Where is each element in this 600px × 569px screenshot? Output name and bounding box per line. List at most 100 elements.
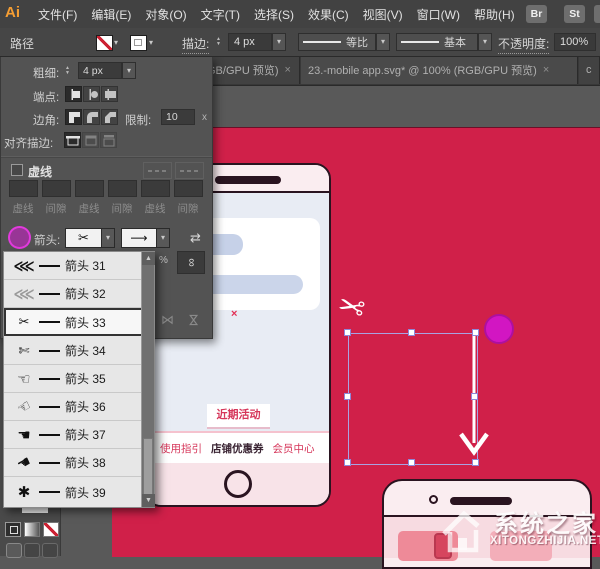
list-scrollbar[interactable]: ▲ ▼ <box>141 252 154 507</box>
opacity-link[interactable]: 不透明度: <box>498 35 549 54</box>
dash-field-2[interactable] <box>75 180 104 197</box>
tab1-close-icon[interactable]: × <box>285 64 291 76</box>
dash-field-3[interactable] <box>141 180 170 197</box>
fill-swatch-none[interactable] <box>96 35 113 51</box>
arrowhead-option-34[interactable]: ✄ 箭头 34 <box>4 337 143 365</box>
arrowhead-option-36[interactable]: ☜ 箭头 36 <box>4 393 143 421</box>
arrowhead-option-39[interactable]: ✱ 箭头 39 <box>4 477 143 507</box>
menu-items: 文件(F) 编辑(E) 对象(O) 文字(T) 选择(S) 效果(C) 视图(V… <box>38 0 515 28</box>
selection-handle[interactable] <box>471 393 478 400</box>
scroll-up-icon[interactable]: ▲ <box>142 252 155 265</box>
stroke-weight-field[interactable]: 4 px <box>228 33 272 51</box>
stock-button[interactable]: St <box>564 5 585 23</box>
document-tab-2-active[interactable]: 23.-mobile app.svg* @ 100% (RGB/GPU 预览) … <box>301 56 578 84</box>
align-dash-button[interactable] <box>175 162 204 179</box>
cap-projecting-button[interactable] <box>101 86 118 102</box>
corner-label: 边角: <box>33 112 59 128</box>
arrowhead-option-31[interactable]: ⋘ 箭头 31 <box>4 252 143 280</box>
arrowhead-start-dropdown[interactable]: ▾ <box>101 228 115 248</box>
arrowhead-start-combo[interactable]: ✂ <box>65 228 102 248</box>
chevron-down-icon[interactable]: ▾ <box>149 38 153 47</box>
selection-handle[interactable] <box>408 329 415 336</box>
scrollbar-thumb[interactable] <box>143 438 153 496</box>
align-arrow-end-icon[interactable]: ⋈ <box>186 314 202 327</box>
menu-effect[interactable]: 效果(C) <box>308 6 349 23</box>
opacity-field[interactable]: 100% <box>554 33 596 51</box>
none-mode-button[interactable] <box>43 522 59 537</box>
dash-field-1[interactable] <box>9 180 38 197</box>
dashed-line-checkbox[interactable] <box>11 164 23 176</box>
menu-file[interactable]: 文件(F) <box>38 6 77 23</box>
arrowhead-end-combo[interactable]: ⟶ <box>121 228 157 248</box>
weight-dropdown[interactable]: ▾ <box>122 62 136 79</box>
arrowhead-end-dropdown[interactable]: ▾ <box>156 228 170 248</box>
phone1-nav-guide[interactable]: 使用指引 <box>160 441 202 456</box>
join-round-button[interactable] <box>83 109 100 125</box>
arrowhead-option-35[interactable]: ☜ 箭头 35 <box>4 365 143 393</box>
gap-field-3[interactable] <box>174 180 203 197</box>
phone1-nav-coupons[interactable]: 店铺优惠券 <box>211 441 264 456</box>
document-tab-1[interactable]: GB/GPU 预览) × <box>200 56 300 84</box>
align-center-button[interactable] <box>64 132 81 148</box>
cap-butt-button[interactable] <box>65 86 82 102</box>
brush-definition-preview[interactable]: 基本 <box>396 33 478 51</box>
menu-window[interactable]: 窗口(W) <box>417 6 460 23</box>
scroll-down-icon[interactable]: ▼ <box>142 494 155 507</box>
arrowhead-option-32[interactable]: ⋘ 箭头 32 <box>4 280 143 308</box>
weight-field[interactable]: 4 px <box>78 62 122 79</box>
align-inside-button[interactable] <box>82 132 99 148</box>
arrowhead-option-38[interactable]: ☚ 箭头 38 <box>4 449 143 477</box>
stroke-weight-stepper[interactable]: ▲▼ <box>216 37 221 47</box>
color-mode-button[interactable] <box>5 522 21 537</box>
cap-round-button[interactable] <box>83 86 100 102</box>
menu-select[interactable]: 选择(S) <box>254 6 294 23</box>
selection-handle[interactable] <box>344 329 351 336</box>
document-tab-3[interactable]: c <box>579 56 600 84</box>
weight-stepper[interactable]: ▲▼ <box>65 66 70 76</box>
scissors-open-icon: ✄ <box>10 343 38 359</box>
brush-dropdown[interactable]: ▾ <box>478 33 492 51</box>
swap-arrowheads-icon[interactable]: ⇄ <box>190 230 201 246</box>
stroke-weight-dropdown[interactable]: ▾ <box>272 33 286 51</box>
limit-field[interactable]: 10 <box>161 109 195 125</box>
menu-help[interactable]: 帮助(H) <box>474 6 515 23</box>
arrowhead-option-33-selected[interactable]: ✂ 箭头 33 <box>4 308 143 336</box>
selection-handle[interactable] <box>408 459 415 466</box>
app-logo[interactable]: Ai <box>5 4 20 21</box>
bridge-button[interactable]: Br <box>526 5 547 23</box>
link-scale-button[interactable]: ∞ <box>177 251 205 274</box>
gap-field-1[interactable] <box>42 180 71 197</box>
align-outside-button[interactable] <box>100 132 117 148</box>
menu-type[interactable]: 文字(T) <box>201 6 240 23</box>
gradient-mode-button[interactable] <box>24 522 40 537</box>
selection-handle[interactable] <box>472 459 479 466</box>
menu-view[interactable]: 视图(V) <box>363 6 403 23</box>
profile-dropdown[interactable]: ▾ <box>376 33 390 51</box>
selection-handle[interactable] <box>344 393 351 400</box>
watermark: 系统之家 XITONGZHIJIA.NET <box>430 498 600 556</box>
join-bevel-button[interactable] <box>101 109 118 125</box>
menu-object[interactable]: 对象(O) <box>145 6 186 23</box>
preserve-dash-button[interactable] <box>143 162 172 179</box>
align-arrow-tip-icon[interactable]: ⋈ <box>161 312 174 328</box>
app-button-partial[interactable] <box>594 5 600 23</box>
selection-handle[interactable] <box>472 329 479 336</box>
tab2-close-icon[interactable]: × <box>543 64 549 76</box>
feather-arrow-icon: ⋘ <box>10 257 38 275</box>
join-miter-button[interactable] <box>65 109 82 125</box>
stroke-color-swatch[interactable] <box>130 35 147 51</box>
panel-divider <box>1 156 212 158</box>
width-profile-preview[interactable]: 等比 <box>298 33 376 51</box>
arrowheads-label: 箭头: <box>34 232 60 248</box>
stroke-weight-link[interactable]: 描边: <box>182 35 209 54</box>
gap-field-2[interactable] <box>108 180 137 197</box>
watermark-url: XITONGZHIJIA.NET <box>490 535 600 547</box>
arrowhead-option-37[interactable]: ☚ 箭头 37 <box>4 421 143 449</box>
cap-projecting-icon <box>103 88 117 101</box>
phone1-nav-member[interactable]: 会员中心 <box>273 441 315 456</box>
selection-handle[interactable] <box>344 459 351 466</box>
stroke-color-indicator[interactable] <box>22 508 48 513</box>
chevron-down-icon[interactable]: ▾ <box>114 38 118 47</box>
tab2-label: 23.-mobile app.svg* @ 100% (RGB/GPU 预览) <box>308 62 537 78</box>
menu-edit[interactable]: 编辑(E) <box>91 6 131 23</box>
